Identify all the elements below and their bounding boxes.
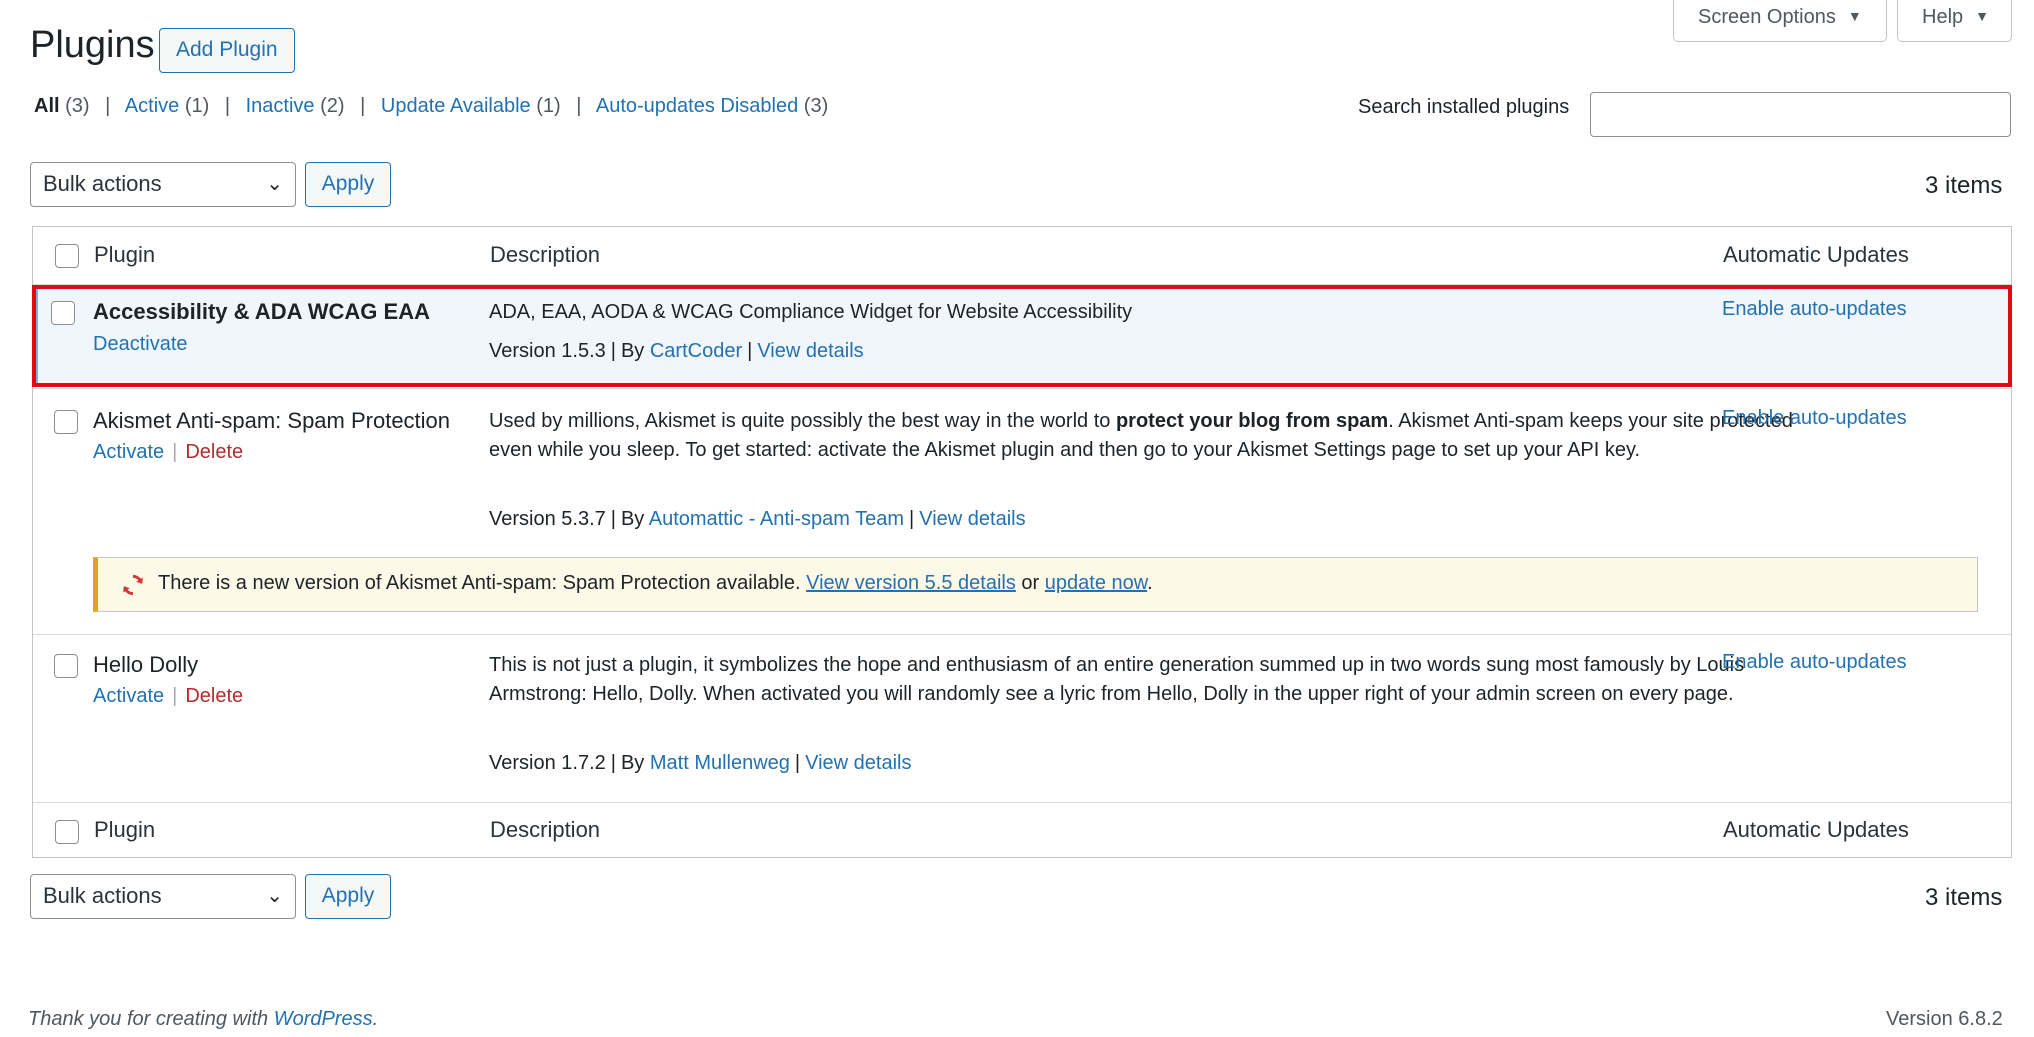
description-text: Used by millions, Akismet is quite possi… xyxy=(489,410,1111,432)
footer-version: Version 6.8.2 xyxy=(1886,1008,2003,1030)
table-divider xyxy=(33,388,2011,389)
filter-update-available[interactable]: Update Available xyxy=(381,95,531,117)
enable-auto-updates-link[interactable]: Enable auto-updates xyxy=(1722,651,1907,674)
view-details-link[interactable]: View details xyxy=(919,508,1025,530)
plugin-checkbox[interactable] xyxy=(54,654,78,678)
column-footer-plugin[interactable]: Plugin xyxy=(94,817,155,843)
plugin-filter-links: All (3) | Active (1) | Inactive (2) | Up… xyxy=(34,95,828,118)
column-header-description: Description xyxy=(490,242,601,267)
view-version-details-link[interactable]: View version 5.5 details xyxy=(806,572,1016,594)
activate-link[interactable]: Activate xyxy=(93,685,164,707)
filter-active-count: (1) xyxy=(184,95,210,117)
author-link[interactable]: Matt Mullenweg xyxy=(650,752,790,774)
search-label: Search installed plugins xyxy=(1358,96,1570,118)
plugin-name: Hello Dolly xyxy=(93,652,199,677)
wordpress-link[interactable]: WordPress xyxy=(274,1008,373,1030)
bulk-actions-label: Bulk actions xyxy=(43,883,162,908)
filter-separator: | xyxy=(105,95,111,117)
plugin-description: This is not just a plugin, it symbolizes… xyxy=(489,654,1745,705)
activate-link[interactable]: Activate xyxy=(93,441,164,463)
screen-options-button[interactable]: Screen Options ▼ xyxy=(1673,0,1887,42)
footer-thanks: Thank you for creating with WordPress. xyxy=(28,1008,378,1031)
filter-inactive[interactable]: Inactive xyxy=(246,95,315,117)
footer-thanks-end: . xyxy=(372,1008,379,1030)
filter-auto-updates-disabled[interactable]: Auto-updates Disabled xyxy=(596,95,798,117)
bulk-actions-label: Bulk actions xyxy=(43,171,162,196)
help-label: Help xyxy=(1922,6,1964,28)
notice-end: . xyxy=(1147,572,1153,594)
apply-button-top[interactable]: Apply xyxy=(305,162,391,207)
bulk-actions-select-bottom[interactable]: Bulk actions ⌄ xyxy=(30,874,296,919)
by-label: By xyxy=(620,508,645,530)
plugin-checkbox[interactable] xyxy=(54,410,78,434)
filter-update-available-count: (1) xyxy=(536,95,561,117)
page-title: Plugins xyxy=(30,24,155,66)
help-button[interactable]: Help ▼ xyxy=(1897,0,2012,42)
plugin-description: Used by millions, Akismet is quite possi… xyxy=(489,407,1819,465)
table-divider xyxy=(33,802,2011,803)
search-input[interactable] xyxy=(1590,92,2011,137)
notice-or: or xyxy=(1021,572,1040,594)
enable-auto-updates-link[interactable]: Enable auto-updates xyxy=(1722,407,1907,430)
apply-button-bottom[interactable]: Apply xyxy=(305,874,391,919)
select-all-checkbox-bottom[interactable] xyxy=(55,820,79,844)
filter-separator: | xyxy=(576,95,582,117)
filter-all-count: (3) xyxy=(65,95,90,117)
author-link[interactable]: Automattic - Anti-spam Team xyxy=(649,508,904,530)
items-count-bottom: 3 items xyxy=(1925,884,2003,911)
view-details-link[interactable]: View details xyxy=(805,752,911,774)
column-footer-description: Description xyxy=(490,817,601,842)
caret-down-icon: ▼ xyxy=(1847,8,1862,24)
add-plugin-button[interactable]: Add Plugin xyxy=(159,28,295,73)
column-footer-automatic-updates: Automatic Updates xyxy=(1723,817,1909,842)
screen-options-label: Screen Options xyxy=(1698,6,1836,28)
column-header-plugin[interactable]: Plugin xyxy=(94,242,155,268)
update-icon xyxy=(123,574,143,596)
delete-link[interactable]: Delete xyxy=(185,441,243,463)
delete-link[interactable]: Delete xyxy=(185,685,243,707)
filter-separator: | xyxy=(360,95,366,117)
items-count-top: 3 items xyxy=(1925,172,2003,199)
description-bold: protect your blog from spam xyxy=(1115,410,1389,432)
select-all-checkbox[interactable] xyxy=(55,244,79,268)
filter-separator: | xyxy=(224,95,231,117)
plugin-version: Version 5.3.7 xyxy=(489,508,606,530)
filter-all[interactable]: All xyxy=(34,95,60,117)
update-notice: There is a new version of Akismet Anti-s… xyxy=(93,557,1978,612)
bulk-actions-select-top[interactable]: Bulk actions ⌄ xyxy=(30,162,296,207)
filter-inactive-count: (2) xyxy=(320,95,345,117)
caret-down-icon: ▼ xyxy=(1975,8,1989,24)
update-now-link[interactable]: update now xyxy=(1045,572,1147,594)
plugin-meta: Version 5.3.7 | By Automattic - Anti-spam … xyxy=(489,508,1026,530)
table-divider xyxy=(33,634,2011,635)
filter-auto-updates-disabled-count: (3) xyxy=(803,95,829,117)
plugin-name: Akismet Anti-spam: Spam Protection xyxy=(93,408,451,433)
highlight-box xyxy=(32,285,2012,387)
chevron-down-icon: ⌄ xyxy=(266,885,283,907)
plugin-meta: Version 1.7.2 | By Matt Mullenweg | View det… xyxy=(489,752,912,774)
footer-thanks-text: Thank you for creating with xyxy=(28,1008,269,1030)
plugin-version: Version 1.7.2 xyxy=(489,752,606,774)
filter-active[interactable]: Active xyxy=(125,95,179,117)
chevron-down-icon: ⌄ xyxy=(266,173,283,195)
column-header-automatic-updates: Automatic Updates xyxy=(1723,242,1909,267)
notice-text: There is a new version of Akismet Anti-s… xyxy=(158,572,801,594)
by-label: By xyxy=(620,752,645,774)
